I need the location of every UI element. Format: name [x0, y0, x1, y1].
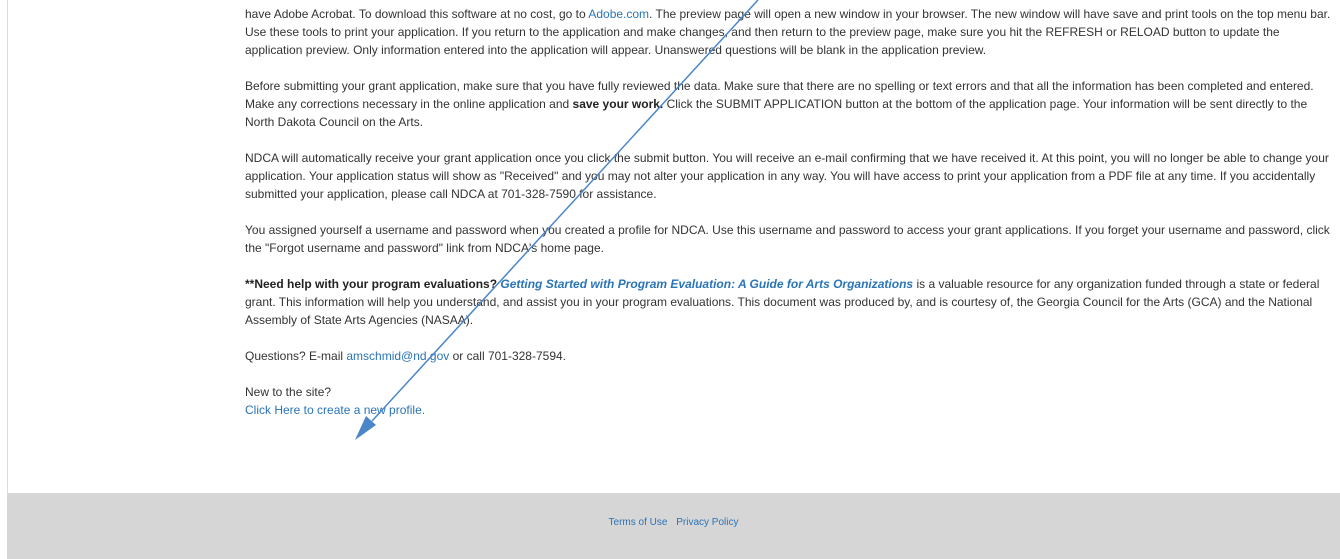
received-instructions: NDCA will automatically receive your gra…: [245, 151, 1329, 201]
preview-instructions: have Adobe Acrobat. To download this sof…: [245, 5, 1333, 59]
evaluation-guide-link[interactable]: Getting Started with Program Evaluation:…: [500, 277, 913, 291]
questions-suffix: or call 701-328-7594.: [449, 349, 567, 363]
questions-prefix: Questions? E-mail: [245, 349, 347, 363]
create-profile-link[interactable]: Click Here to create a new profile.: [245, 403, 425, 417]
evaluation-help-heading: **Need help with your program evaluation…: [245, 277, 498, 291]
main-content: have Adobe Acrobat. To download this sof…: [245, 5, 1333, 419]
preview-text-start: have Adobe Acrobat. To download this sof…: [245, 7, 589, 21]
page-left-border: [7, 0, 8, 493]
questions-contact: Questions? E-mail amschmid@nd.gov or cal…: [245, 347, 1333, 365]
contact-email-link[interactable]: amschmid@nd.gov: [346, 349, 449, 363]
submit-instructions: Before submitting your grant application…: [245, 77, 1333, 131]
login-instructions: You assigned yourself a username and pas…: [245, 223, 1330, 255]
new-to-site-label: New to the site?: [245, 385, 332, 399]
footer-links: Terms of Use Privacy Policy: [7, 517, 1340, 528]
adobe-link[interactable]: Adobe.com: [588, 7, 649, 21]
evaluation-help: **Need help with your program evaluation…: [245, 275, 1333, 329]
privacy-policy-link[interactable]: Privacy Policy: [676, 517, 738, 528]
save-work-emphasis: save your work.: [572, 97, 664, 111]
annotation-arrow-head: [355, 416, 376, 440]
terms-of-use-link[interactable]: Terms of Use: [609, 517, 668, 528]
page-footer: Terms of Use Privacy Policy: [7, 493, 1340, 559]
